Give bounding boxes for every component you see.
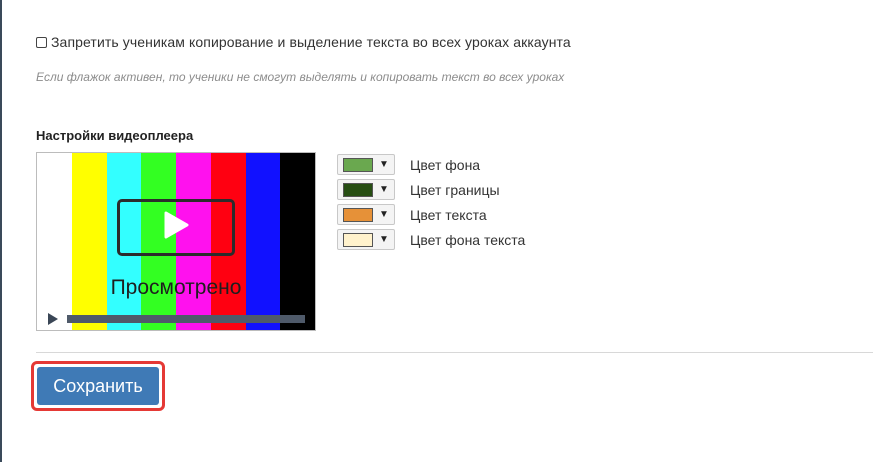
color-row-text: ▼ Цвет текста — [337, 202, 525, 227]
text-background-color-picker[interactable]: ▼ — [337, 229, 395, 250]
color-row-border: ▼ Цвет границы — [337, 177, 525, 202]
video-player-section-title: Настройки видеоплеера — [36, 128, 194, 143]
dropdown-arrow-icon: ▼ — [379, 159, 389, 170]
color-swatch — [343, 232, 373, 247]
border-color-label: Цвет границы — [410, 181, 500, 198]
player-color-settings: ▼ Цвет фона ▼ Цвет границы ▼ Цвет текста… — [337, 152, 525, 252]
copy-protection-checkbox[interactable] — [36, 36, 47, 48]
color-bar — [245, 153, 281, 330]
play-icon — [163, 211, 189, 244]
text-color-label: Цвет текста — [410, 206, 487, 223]
background-color-label: Цвет фона — [410, 156, 481, 173]
color-bar — [280, 153, 315, 330]
copy-protection-label[interactable]: Запретить ученикам копирование и выделен… — [51, 34, 571, 50]
save-button[interactable]: Сохранить — [37, 367, 159, 405]
viewed-overlay-text: Просмотрено — [110, 276, 242, 299]
color-row-background: ▼ Цвет фона — [337, 152, 525, 177]
color-swatch — [343, 182, 373, 197]
dropdown-arrow-icon: ▼ — [379, 209, 389, 220]
play-button[interactable] — [117, 199, 235, 256]
dropdown-arrow-icon: ▼ — [379, 234, 389, 245]
player-controls — [37, 306, 315, 330]
text-color-picker[interactable]: ▼ — [337, 204, 395, 225]
video-player-preview: Просмотрено — [36, 152, 316, 331]
text-background-color-label: Цвет фона текста — [410, 231, 526, 248]
progress-bar[interactable] — [67, 315, 305, 323]
color-bar — [37, 153, 72, 330]
section-divider — [36, 352, 873, 353]
color-swatch — [343, 207, 373, 222]
dropdown-arrow-icon: ▼ — [379, 184, 389, 195]
color-row-text-background: ▼ Цвет фона текста — [337, 227, 525, 252]
color-swatch — [343, 157, 373, 172]
copy-protection-hint: Если флажок активен, то ученики не смогу… — [36, 70, 565, 84]
color-bar — [71, 153, 107, 330]
left-edge-border — [0, 0, 2, 462]
small-play-icon[interactable] — [47, 312, 59, 330]
border-color-picker[interactable]: ▼ — [337, 179, 395, 200]
copy-protection-row[interactable]: Запретить ученикам копирование и выделен… — [36, 34, 571, 50]
background-color-picker[interactable]: ▼ — [337, 154, 395, 175]
